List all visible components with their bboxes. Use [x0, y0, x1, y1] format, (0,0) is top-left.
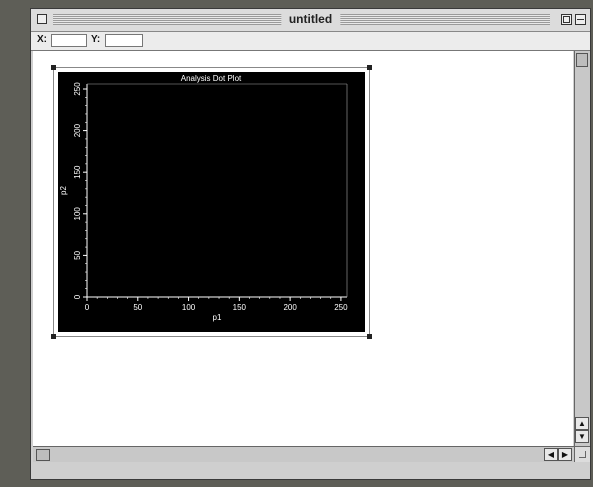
y-coord-label: Y: [91, 34, 101, 45]
resize-handle-top-right[interactable] [367, 65, 372, 70]
x-tick-label: 250 [334, 303, 348, 312]
title-bar[interactable]: untitled [31, 9, 590, 32]
dot-plot[interactable]: Analysis Dot Plot 0 50 100 150 200 250 0 50 100… [54, 68, 369, 336]
x-coord-field[interactable] [51, 34, 87, 47]
grow-box[interactable] [574, 446, 590, 462]
close-box[interactable] [37, 14, 47, 24]
resize-handle-bottom-left[interactable] [51, 334, 56, 339]
resize-handle-bottom-right[interactable] [367, 334, 372, 339]
collapse-box[interactable] [575, 14, 586, 25]
scroll-left-button[interactable]: ◀ [544, 448, 558, 461]
y-axis-label: p2 [59, 186, 68, 195]
resize-handle-top-left[interactable] [51, 65, 56, 70]
y-tick-label: 150 [73, 165, 82, 179]
scroll-down-button[interactable]: ▼ [575, 430, 589, 443]
x-tick-label: 0 [85, 303, 90, 312]
y-coord-field[interactable] [105, 34, 143, 47]
y-tick-label: 50 [73, 250, 82, 259]
horizontal-scroll-thumb[interactable] [36, 449, 50, 461]
x-tick-label: 200 [283, 303, 297, 312]
horizontal-scrollbar[interactable]: ◀ ▶ [33, 446, 574, 462]
vertical-scrollbar[interactable]: ▲ ▼ [574, 51, 590, 446]
zoom-box[interactable] [561, 14, 572, 25]
y-tick-label: 0 [73, 294, 82, 299]
window-bottom-edge [31, 462, 590, 479]
document-window: untitled X: Y: Analysis Dot Plot 0 50 100 1… [30, 8, 591, 480]
y-tick-label: 250 [73, 82, 82, 96]
plot-background [58, 72, 365, 332]
scroll-up-button[interactable]: ▲ [575, 417, 589, 430]
window-title: untitled [280, 12, 341, 27]
chart-title: Analysis Dot Plot [181, 74, 242, 83]
vertical-scroll-thumb[interactable] [576, 53, 588, 67]
x-tick-label: 50 [133, 303, 142, 312]
y-tick-label: 100 [73, 207, 82, 221]
x-tick-label: 100 [182, 303, 196, 312]
x-coord-label: X: [37, 34, 47, 45]
y-tick-label: 200 [73, 123, 82, 137]
desktop-background [0, 0, 30, 487]
plot-selection-frame[interactable]: Analysis Dot Plot 0 50 100 150 200 250 0 50 100… [51, 65, 372, 339]
x-axis-label: p1 [213, 313, 222, 322]
canvas-area[interactable]: Analysis Dot Plot 0 50 100 150 200 250 0 50 100… [33, 51, 573, 446]
coordinate-bar: X: Y: [31, 32, 590, 51]
scroll-right-button[interactable]: ▶ [558, 448, 572, 461]
x-tick-label: 150 [233, 303, 247, 312]
